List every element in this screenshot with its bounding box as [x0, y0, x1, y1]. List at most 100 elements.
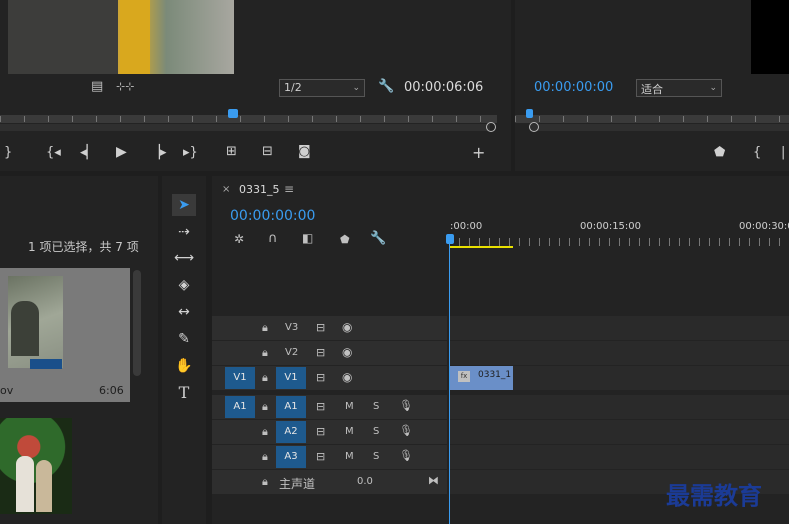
program-playhead[interactable] — [526, 109, 533, 118]
track-lane-a3[interactable] — [449, 445, 789, 469]
insert-marker-icon[interactable]: ⊹⊹ — [116, 81, 134, 92]
source-playhead[interactable] — [228, 109, 238, 118]
mark-in-icon[interactable]: { — [753, 145, 761, 160]
eye-icon[interactable]: ◉ — [342, 371, 352, 383]
solo-button[interactable]: S — [373, 451, 379, 462]
go-to-out-icon[interactable]: ▸} — [183, 145, 198, 160]
lock-icon[interactable]: 🔒︎ — [262, 347, 268, 358]
scale-dropdown[interactable]: 1/2 ⌄ — [279, 79, 365, 97]
sync-lock-icon[interactable]: ⊟ — [316, 401, 325, 412]
lock-icon[interactable]: 🔒︎ — [262, 451, 268, 462]
track-label[interactable]: V2 — [285, 347, 298, 358]
sync-lock-icon[interactable]: ⊟ — [316, 372, 325, 383]
zoom-handle[interactable] — [529, 122, 539, 132]
timeline-clip[interactable]: fx 0331_1 — [450, 366, 513, 390]
ruler-label: 00:00:30:0 — [739, 221, 789, 232]
program-timecode[interactable]: 00:00:00:00 — [534, 80, 613, 95]
ripple-edit-tool-icon[interactable]: ⟷ — [172, 247, 196, 269]
sync-lock-icon[interactable]: ⊟ — [316, 322, 325, 333]
go-to-in-icon[interactable]: {◂ — [46, 145, 61, 160]
step-forward-icon[interactable]: ▕▸ — [150, 145, 167, 160]
track-lane-a1[interactable] — [449, 395, 789, 419]
timeline-playhead[interactable] — [446, 234, 454, 244]
source-patch-v1[interactable]: V1 — [225, 367, 255, 389]
lock-icon[interactable]: 🔒︎ — [262, 372, 268, 383]
lock-icon[interactable]: 🔒︎ — [262, 401, 268, 412]
close-icon[interactable]: × — [222, 184, 230, 195]
track-lane-v3[interactable] — [449, 316, 789, 340]
track-target-a3[interactable]: A3 — [276, 446, 306, 468]
go-to-end-icon[interactable]: ⧓ — [428, 475, 439, 486]
mute-button[interactable]: M — [345, 401, 354, 412]
work-area-bar[interactable] — [449, 246, 513, 248]
solo-button[interactable]: S — [373, 426, 379, 437]
track-header-a3: 🔒︎ A3 ⊟ M S 🎙︎ — [212, 445, 447, 469]
solo-button[interactable]: S — [373, 401, 379, 412]
track-target-a1[interactable]: A1 — [276, 396, 306, 418]
fx-badge: fx — [458, 371, 470, 382]
time-ruler[interactable] — [449, 238, 789, 246]
source-patch-a1[interactable]: A1 — [225, 396, 255, 418]
track-select-tool-icon[interactable]: ⇢ — [172, 221, 196, 243]
insert-icon[interactable]: ⊞ — [226, 144, 237, 159]
fit-dropdown[interactable]: 适合 ⌄ — [636, 79, 722, 97]
frame-shadow — [8, 0, 118, 74]
step-back-icon[interactable]: ◂▏ — [80, 145, 97, 160]
source-zoom-bar[interactable] — [0, 124, 490, 131]
track-label[interactable]: V3 — [285, 322, 298, 333]
wrench-icon[interactable]: 🔧 — [378, 80, 394, 93]
lock-icon[interactable]: 🔒︎ — [262, 476, 268, 487]
timeline-panel: × 0331_5 ≡ 00:00:00:00 ✲ ∩ ◧ ⬟ 🔧 :00:00 … — [212, 176, 789, 524]
program-zoom-bar[interactable] — [530, 124, 789, 131]
microphone-icon[interactable]: 🎙︎ — [399, 400, 413, 411]
clip-thumbnail-2[interactable] — [0, 418, 72, 514]
clip-label: 0331_1 — [478, 370, 512, 380]
lock-icon[interactable]: 🔒︎ — [262, 322, 268, 333]
nest-sequence-icon[interactable]: ✲ — [234, 233, 244, 245]
track-target-v1[interactable]: V1 — [276, 367, 306, 389]
clip-tile-selected[interactable]: ov 6:06 — [0, 268, 130, 402]
source-timecode[interactable]: 00:00:06:06 — [404, 80, 483, 95]
add-marker-icon[interactable]: ⬟ — [714, 145, 725, 160]
master-volume[interactable]: 0.0 — [357, 476, 373, 487]
play-icon[interactable]: ▶ — [116, 144, 127, 160]
selection-tool-icon[interactable]: ➤ — [172, 194, 196, 216]
eye-icon[interactable]: ◉ — [342, 321, 352, 333]
pen-tool-icon[interactable]: ✎ — [172, 328, 196, 350]
microphone-icon[interactable]: 🎙︎ — [399, 425, 413, 436]
add-marker-icon[interactable]: ⬟ — [340, 234, 350, 245]
sequence-tab[interactable]: 0331_5 — [239, 183, 280, 196]
wrench-icon[interactable]: 🔧 — [370, 232, 386, 245]
track-lane-a2[interactable] — [449, 420, 789, 444]
sync-lock-icon[interactable]: ⊟ — [316, 426, 325, 437]
zoom-handle[interactable] — [486, 122, 496, 132]
track-target-a2[interactable]: A2 — [276, 421, 306, 443]
sync-lock-icon[interactable]: ⊟ — [316, 347, 325, 358]
track-header-a2: 🔒︎ A2 ⊟ M S 🎙︎ — [212, 420, 447, 444]
camera-icon[interactable]: ◙ — [298, 144, 311, 159]
razor-tool-icon[interactable]: ◈ — [172, 274, 196, 296]
eye-icon[interactable]: ◉ — [342, 346, 352, 358]
lock-icon[interactable]: 🔒︎ — [262, 426, 268, 437]
type-tool-icon[interactable]: T — [172, 382, 196, 404]
scrollbar[interactable] — [133, 270, 141, 376]
microphone-icon[interactable]: 🎙︎ — [399, 450, 413, 461]
slip-tool-icon[interactable]: ↔ — [172, 301, 196, 323]
mute-button[interactable]: M — [345, 451, 354, 462]
overwrite-icon[interactable]: ⊟ — [262, 144, 273, 159]
sync-lock-icon[interactable]: ⊟ — [316, 451, 325, 462]
track-header-v2: 🔒︎ V2 ⊟ ◉ — [212, 341, 447, 365]
snap-magnet-icon[interactable]: ∩ — [268, 232, 278, 245]
panel-menu-icon[interactable]: ≡ — [284, 182, 294, 196]
mark-out-icon[interactable]: | — [781, 145, 785, 160]
film-strip-icon[interactable]: ▤ — [91, 80, 103, 93]
thumbnail-figure — [36, 460, 52, 512]
thumbnail-figure — [16, 456, 34, 512]
add-button-icon[interactable]: + — [472, 143, 485, 162]
track-lane-v2[interactable] — [449, 341, 789, 365]
linked-selection-icon[interactable]: ◧ — [302, 232, 313, 244]
mark-out-icon[interactable]: } — [4, 145, 12, 160]
timeline-timecode[interactable]: 00:00:00:00 — [230, 208, 315, 224]
mute-button[interactable]: M — [345, 426, 354, 437]
hand-tool-icon[interactable]: ✋ — [172, 355, 196, 377]
